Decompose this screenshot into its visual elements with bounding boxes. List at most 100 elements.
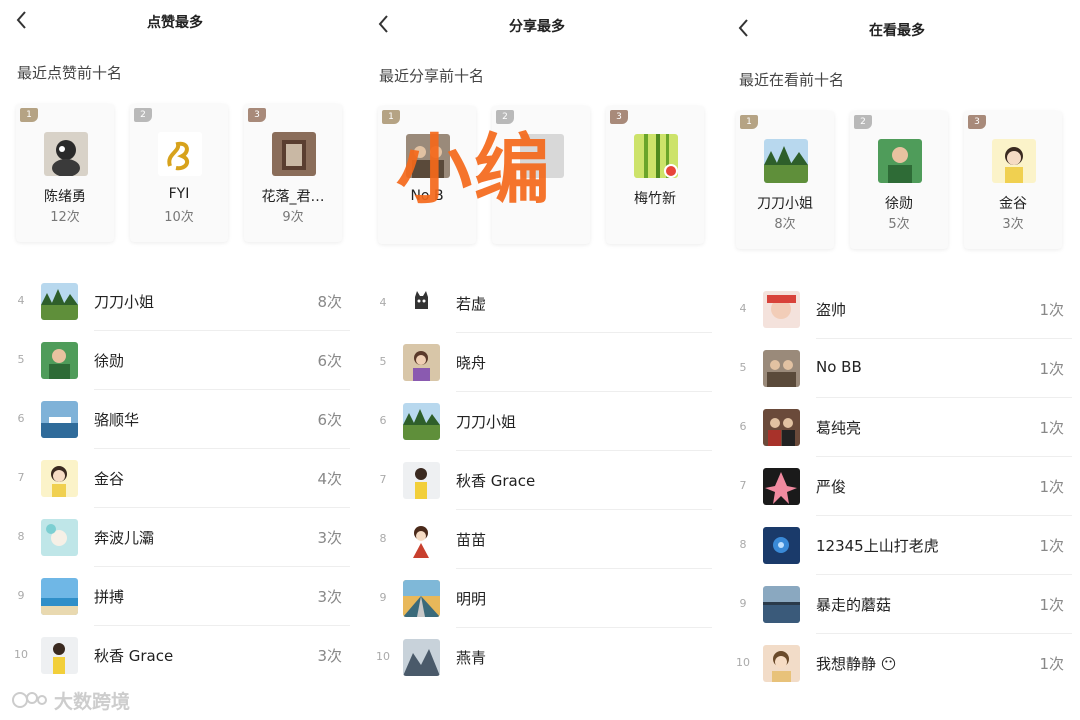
rank: 9 [379,591,387,604]
list-item[interactable]: 4 盗帅 1次 [722,280,1072,339]
count: 1次 [1039,360,1064,378]
top-card-1[interactable]: 1 刀刀小姐 8次 [736,111,834,249]
name: 我想静静 😶 [816,655,897,673]
name: 秋香 Grace [456,472,536,490]
rank-badge: 3 [968,115,986,129]
list-item[interactable]: 5 晓舟 [362,333,712,392]
name: 徐勋 [94,352,125,370]
count: 3次 [317,529,342,547]
count: 4次 [317,470,342,488]
count: 3次 [317,588,342,606]
rank-badge: 3 [610,110,628,124]
name: 骆顺华 [94,411,140,429]
list-item[interactable]: 7 金谷 4次 [0,449,350,508]
beach-avatar [41,578,78,615]
gold-dragon-avatar [158,132,202,176]
count: 1次 [1039,537,1064,555]
night-avatar [763,527,800,564]
page-title: 在看最多 [869,23,925,39]
list-item[interactable]: 10 燕青 [362,628,712,687]
rank: 5 [17,353,25,366]
top-card-3[interactable]: 3 梅竹新 [606,106,704,244]
name: 若虚 [456,295,487,313]
list-item[interactable]: 9 明明 [362,569,712,628]
list-item[interactable]: 8 奔波儿灞 3次 [0,508,350,567]
count: 5次 [888,217,910,232]
count: 1次 [1039,419,1064,437]
list-item[interactable]: 8 12345上山打老虎 1次 [722,516,1072,575]
watermark-logo-icon [12,692,47,708]
header: 点赞最多 [0,0,350,40]
list-item[interactable]: 9 拼搏 3次 [0,567,350,626]
top-card-2[interactable]: 2 FYI 10次 [130,104,228,242]
name: 盗帅 [816,301,847,319]
girl-drawing-avatar [41,637,78,674]
rank: 6 [739,420,747,433]
top3-podium: 1 刀刀小姐 8次 2 徐勋 5次 3 金谷 3次 [736,111,1072,249]
red-dot-icon [664,164,678,178]
name: 金谷 [999,196,1027,212]
name: 拼搏 [94,588,125,606]
header: 分享最多 [362,4,712,44]
list-item[interactable]: 8 苗苗 [362,510,712,569]
rank: 7 [17,471,25,484]
name: 金谷 [94,470,125,488]
list-item[interactable]: 6 骆顺华 6次 [0,390,350,449]
list-item[interactable]: 10 我想静静 😶 1次 [722,634,1072,693]
section-subtitle: 最近分享前十名 [379,67,485,85]
list-item[interactable]: 4 若虚 [362,274,712,333]
count: 12次 [50,210,80,225]
name: 陈绪勇 [44,189,86,205]
list-item[interactable]: 6 刀刀小姐 [362,392,712,451]
name: 暴走的蘑菇 [816,596,892,614]
rank: 7 [379,473,387,486]
forest-avatar [764,139,808,183]
name: 晓舟 [456,354,487,372]
count: 8次 [774,217,796,232]
mountain-avatar [403,639,440,676]
count: 6次 [317,352,342,370]
people-avatar [763,350,800,387]
rank-badge: 3 [248,108,266,122]
name: 刀刀小姐 [757,196,813,212]
list-item[interactable]: 5 徐勋 6次 [0,331,350,390]
page-title: 点赞最多 [147,15,203,31]
list-item[interactable]: 5 No BB 1次 [722,339,1072,398]
name: 刀刀小姐 [94,293,155,311]
top-card-2[interactable]: 2 徐勋 5次 [850,111,948,249]
name: 秋香 Grace [94,647,174,665]
count: 9次 [282,210,304,225]
rank: 4 [17,294,25,307]
list-item[interactable]: 7 严俊 1次 [722,457,1072,516]
name: No BB [816,358,862,376]
rank-badge: 1 [740,115,758,129]
woman-avatar [403,344,440,381]
count: 6次 [317,411,342,429]
name: 葛纯亮 [816,419,862,437]
top-card-3[interactable]: 3 金谷 3次 [964,111,1062,249]
rank: 4 [739,302,747,315]
rank: 10 [736,656,750,669]
count: 1次 [1039,596,1064,614]
girl-cartoon-avatar [41,460,78,497]
top-card-3[interactable]: 3 花落_君… 9次 [244,104,342,242]
name: 花落_君… [261,189,325,205]
name: 严俊 [816,478,847,496]
rank: 6 [17,412,25,425]
rank: 4 [379,296,387,309]
list-item[interactable]: 6 葛纯亮 1次 [722,398,1072,457]
watermark: 大数跨境 [10,686,130,714]
ship-avatar [41,401,78,438]
top-card-1[interactable]: 1 陈绪勇 12次 [16,104,114,242]
list-item[interactable]: 7 秋香 Grace [362,451,712,510]
list-item[interactable]: 9 暴走的蘑菇 1次 [722,575,1072,634]
list-item[interactable]: 4 刀刀小姐 8次 [0,272,350,331]
lake-avatar [763,586,800,623]
girl-drawing-avatar [403,462,440,499]
rank: 6 [379,414,387,427]
name: 燕青 [456,649,487,667]
list-item[interactable]: 10 秋香 Grace 3次 [0,626,350,685]
rank: 7 [739,479,747,492]
section-subtitle: 最近点赞前十名 [17,64,123,82]
girl-red-avatar [403,521,440,558]
